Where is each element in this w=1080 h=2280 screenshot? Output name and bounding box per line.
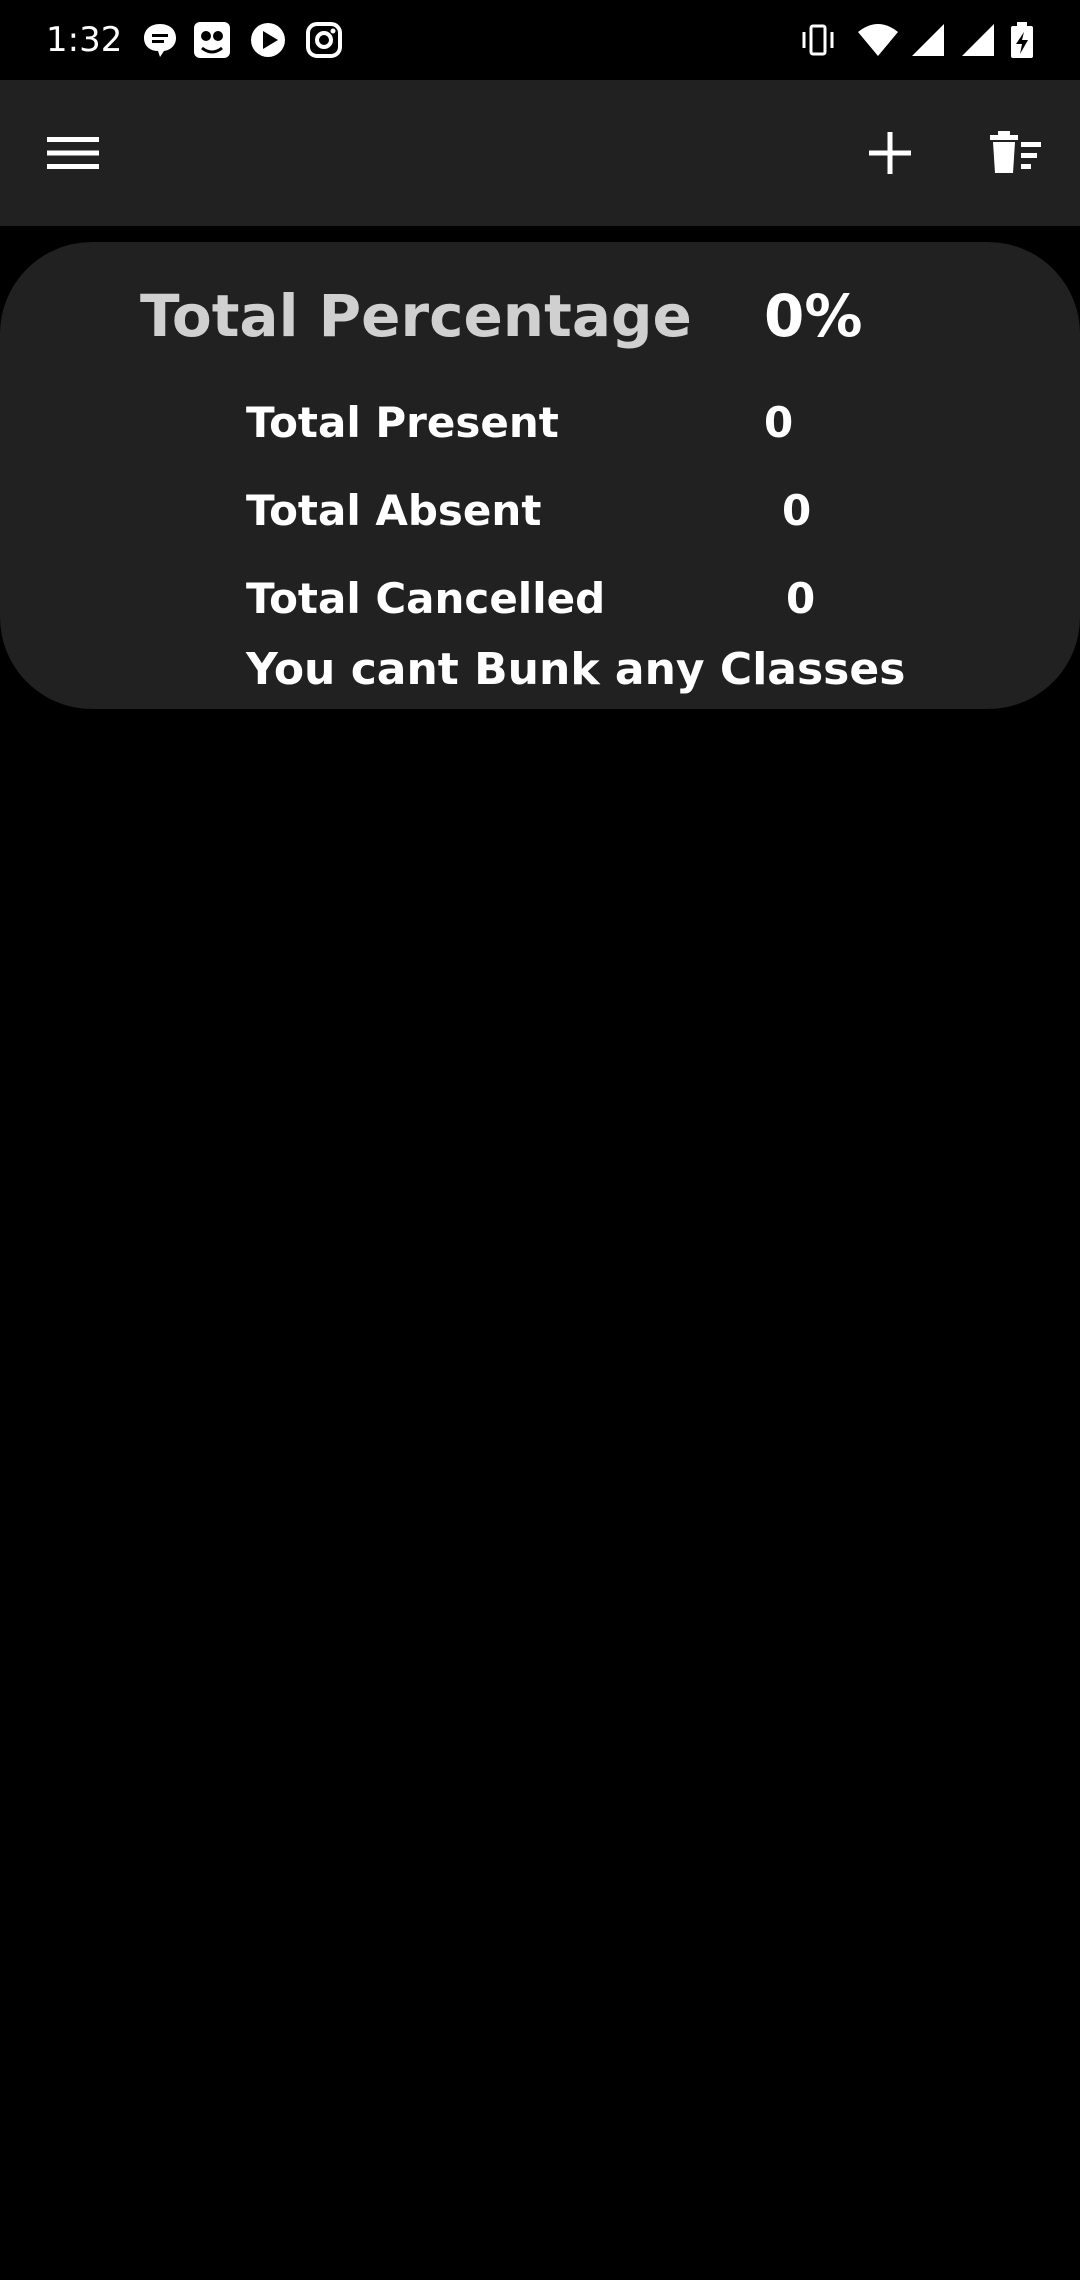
total-absent-label: Total Absent	[246, 486, 542, 535]
delete-sweep-icon	[990, 131, 1041, 173]
battery-charging-icon	[1006, 20, 1046, 60]
vibrate-icon	[798, 20, 838, 60]
chat-bubble-icon	[140, 20, 180, 60]
hamburger-menu-button[interactable]	[33, 113, 113, 193]
delete-sweep-button[interactable]	[976, 113, 1056, 193]
status-bar: 1:32	[0, 0, 1080, 80]
status-time: 1:32	[46, 20, 123, 60]
total-present-value: 0	[764, 398, 794, 447]
hamburger-menu-icon	[47, 137, 99, 169]
signal-icon	[908, 20, 948, 60]
wifi-icon	[856, 20, 898, 60]
total-cancelled-label: Total Cancelled	[246, 574, 606, 623]
instagram-icon	[304, 20, 344, 60]
app-notification-icon	[192, 20, 232, 60]
youtube-play-icon	[248, 20, 288, 60]
total-present-label: Total Present	[246, 398, 559, 447]
total-percentage-value: 0%	[764, 282, 863, 350]
total-percentage-label: Total Percentage	[140, 282, 692, 350]
signal-icon-2	[958, 20, 998, 60]
bunk-message: You cant Bunk any Classes	[246, 644, 906, 695]
total-cancelled-value: 0	[786, 574, 816, 623]
plus-icon	[869, 132, 911, 174]
app-toolbar	[0, 80, 1080, 226]
add-button[interactable]	[850, 113, 930, 193]
total-absent-value: 0	[782, 486, 812, 535]
